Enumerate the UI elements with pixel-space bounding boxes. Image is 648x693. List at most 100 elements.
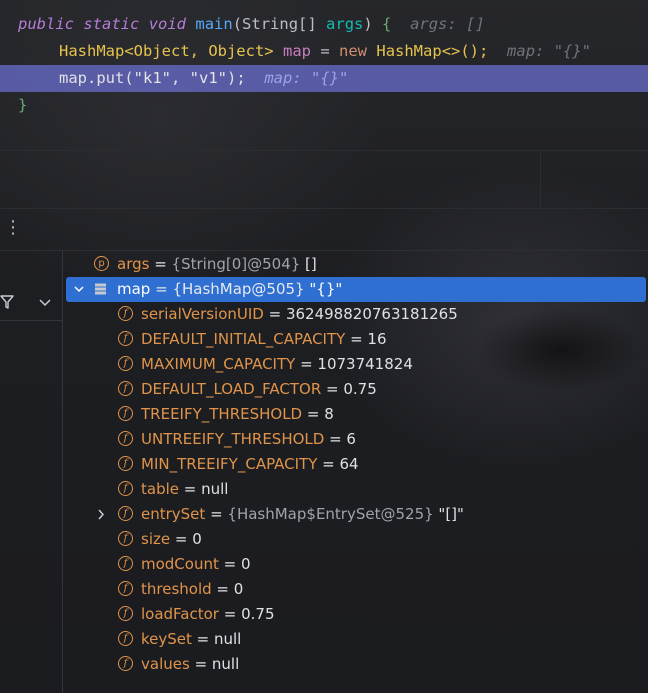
variable-row-values[interactable]: f values = null [62, 652, 648, 677]
variable-name: entrySet [141, 505, 206, 523]
equals-sign: = [191, 630, 214, 648]
operator: = [320, 42, 330, 60]
variable-text: loadFactor = 0.75 [141, 602, 275, 627]
variable-row-map[interactable]: map = {HashMap@505} "{}" [66, 277, 646, 302]
divider [0, 208, 648, 209]
variable-row-table[interactable]: f table = null [62, 477, 648, 502]
equals-sign: = [218, 555, 241, 573]
variable-text: serialVersionUID = 362498820763181265 [141, 302, 458, 327]
generic-args: <Object, Object> [124, 42, 274, 60]
chevron-down-icon[interactable] [72, 277, 86, 302]
variable-value: 0.75 [241, 605, 275, 623]
equals-sign: = [345, 330, 368, 348]
field-icon: f [118, 406, 133, 421]
field-icon: f [118, 581, 133, 596]
variable-name: MAXIMUM_CAPACITY [141, 355, 296, 373]
variable-text: MIN_TREEIFY_CAPACITY = 64 [141, 452, 359, 477]
filter-icon[interactable] [0, 294, 14, 310]
variable-name: map [117, 280, 151, 298]
variable-row-entrySet[interactable]: f entrySet = {HashMap$EntrySet@525} "[]" [62, 502, 648, 527]
paren: ( [232, 15, 243, 33]
variable-row-DEFAULT_INITIAL_CAPACITY[interactable]: f DEFAULT_INITIAL_CAPACITY = 16 [62, 327, 648, 352]
field-icon: f [118, 656, 133, 671]
brace: } [18, 96, 28, 114]
code-line-1[interactable]: public static void main(String[] args) {… [0, 11, 648, 38]
variable-value: 0.75 [343, 380, 377, 398]
variable-value: 0 [233, 580, 244, 598]
frames-side-panel [0, 251, 63, 693]
chevron-down-icon[interactable] [38, 297, 52, 309]
object-reference: {HashMap@505} [172, 280, 305, 298]
variable-value: 8 [324, 405, 334, 423]
variable-row-UNTREEIFY_THRESHOLD[interactable]: f UNTREEIFY_THRESHOLD = 6 [62, 427, 648, 452]
variable-row-modCount[interactable]: f modCount = 0 [62, 552, 648, 577]
variable-row-MAXIMUM_CAPACITY[interactable]: f MAXIMUM_CAPACITY = 1073741824 [62, 352, 648, 377]
equals-sign: = [295, 355, 318, 373]
variable-name: size [141, 530, 171, 548]
equals-sign: = [211, 580, 234, 598]
equals-sign: = [205, 505, 228, 523]
inline-value-hint: args: [] [410, 15, 485, 33]
more-vertical-icon[interactable]: ⋮ [4, 218, 22, 238]
variable-row-TREEIFY_THRESHOLD[interactable]: f TREEIFY_THRESHOLD = 8 [62, 402, 648, 427]
field-icon: f [118, 431, 133, 446]
variable-name: serialVersionUID [141, 305, 264, 323]
equals-sign: = [179, 480, 202, 498]
variable-value: 16 [367, 330, 387, 348]
param-name: args [326, 15, 364, 33]
field-icon: f [118, 331, 133, 346]
variable-row-size[interactable]: f size = 0 [62, 527, 648, 552]
variable-name: DEFAULT_INITIAL_CAPACITY [141, 330, 346, 348]
inline-value-hint: map: "{}" [264, 69, 349, 87]
code-line-3-execution-point[interactable]: map.put("k1", "v1"); map: "{}" [0, 65, 648, 92]
keyword: static [83, 15, 140, 33]
variable-row-MIN_TREEIFY_CAPACITY[interactable]: f MIN_TREEIFY_CAPACITY = 64 [62, 452, 648, 477]
field-icon: f [118, 456, 133, 471]
comma: , [170, 69, 190, 87]
code-line-4[interactable]: } [0, 92, 648, 119]
variable-row-DEFAULT_LOAD_FACTOR[interactable]: f DEFAULT_LOAD_FACTOR = 0.75 [62, 377, 648, 402]
variable-name: loadFactor [141, 605, 219, 623]
field-icon: f [118, 631, 133, 646]
variable-text: threshold = 0 [141, 577, 243, 602]
variable-text: keySet = null [141, 627, 241, 652]
variable-row-args[interactable]: p args = {String[0]@504} [] [62, 252, 648, 277]
variable-text: TREEIFY_THRESHOLD = 8 [141, 402, 334, 427]
equals-sign: = [321, 380, 344, 398]
variable-row-keySet[interactable]: f keySet = null [62, 627, 648, 652]
object-list-icon [95, 283, 106, 295]
equals-sign: = [170, 530, 193, 548]
variable-value: 0 [240, 555, 251, 573]
variable-name: keySet [141, 630, 192, 648]
type-name: String[] [242, 15, 317, 33]
field-icon: f [118, 506, 133, 521]
field-icon: f [118, 481, 133, 496]
variable-name: DEFAULT_LOAD_FACTOR [141, 380, 322, 398]
variable-text: size = 0 [141, 527, 202, 552]
variable-row-loadFactor[interactable]: f loadFactor = 0.75 [62, 602, 648, 627]
field-icon: f [118, 556, 133, 571]
string-literal: "k1" [133, 69, 171, 87]
variable-row-serialVersionUID[interactable]: f serialVersionUID = 362498820763181265 [62, 302, 648, 327]
variable-text: values = null [141, 652, 239, 677]
code-line-2[interactable]: HashMap<Object, Object> map = new HashMa… [0, 38, 648, 65]
variable-value: [] [300, 255, 317, 273]
field-icon: f [118, 606, 133, 621]
variable-text: table = null [141, 477, 228, 502]
variable-text: map = {HashMap@505} "{}" [117, 277, 342, 302]
keyword: public [18, 15, 74, 33]
variable-name: map [282, 42, 311, 60]
variable-row-threshold[interactable]: f threshold = 0 [62, 577, 648, 602]
variable-name: TREEIFY_THRESHOLD [141, 405, 303, 423]
code-editor[interactable]: public static void main(String[] args) {… [0, 0, 648, 122]
chevron-right-icon[interactable] [94, 502, 108, 527]
field-icon: f [118, 356, 133, 371]
variable-name: args [117, 255, 150, 273]
equals-sign: = [189, 655, 212, 673]
variable-value: "{}" [304, 280, 343, 298]
equals-sign: = [263, 305, 286, 323]
parameter-icon: p [94, 256, 109, 271]
code-tail: <>(); [441, 42, 489, 60]
variable-text: modCount = 0 [141, 552, 251, 577]
variable-text: args = {String[0]@504} [] [117, 252, 317, 277]
